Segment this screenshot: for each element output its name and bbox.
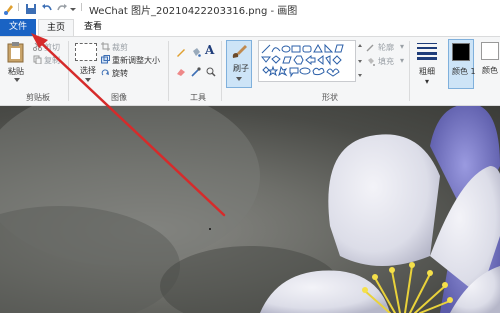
ribbon: 粘贴 剪切 复制 剪贴板 选择 裁剪 重新调整大小 旋转 图像 A 工具 刷子 (0, 36, 500, 106)
clipboard-group-label: 剪贴板 (26, 93, 50, 102)
window-title: WeChat 图片_20210422203316.png - 画图 (89, 6, 298, 17)
color-picker-icon[interactable] (191, 67, 201, 77)
ribbon-tabs: 文件 主页 查看 (0, 19, 500, 37)
tab-home[interactable]: 主页 (38, 19, 74, 37)
brushes-button[interactable]: 刷子 (226, 40, 252, 88)
size-dropdown-icon[interactable]: ▾ (425, 77, 429, 86)
color1-swatch (452, 43, 470, 61)
redo-icon[interactable] (55, 2, 69, 16)
eraser-icon[interactable] (176, 67, 186, 77)
group-divider (221, 41, 222, 101)
outline-button[interactable]: 轮廓 (378, 42, 394, 53)
group-divider (409, 41, 410, 101)
title-divider: | (80, 2, 83, 11)
paste-icon[interactable] (6, 41, 26, 63)
copy-icon[interactable] (33, 55, 42, 64)
title-bar: | | WeChat 图片_20210422203316.png - 画图 (0, 0, 500, 19)
brush-icon (232, 45, 247, 58)
brush-dropdown-icon (236, 77, 242, 81)
color2-swatch (481, 42, 499, 60)
crop-icon[interactable] (101, 42, 110, 51)
tab-view[interactable]: 查看 (76, 19, 110, 36)
flower-photo (0, 106, 500, 313)
undo-icon[interactable] (40, 2, 54, 16)
color1-button[interactable]: 颜色 1 (448, 39, 476, 89)
shapes-group-label: 形状 (322, 93, 338, 102)
rotate-icon[interactable] (101, 68, 110, 77)
fill-button[interactable]: 填充 (378, 56, 394, 67)
crop-button[interactable]: 裁剪 (112, 42, 128, 53)
copy-button[interactable]: 复制 (44, 55, 60, 66)
size-icon[interactable] (416, 42, 438, 60)
brush-label: 刷子 (233, 64, 249, 73)
group-divider (168, 41, 169, 101)
fill-icon[interactable] (366, 57, 375, 66)
tab-file[interactable]: 文件 (0, 19, 36, 36)
title-separator: | (17, 2, 20, 11)
pencil-icon[interactable] (176, 47, 186, 57)
group-divider (68, 41, 69, 101)
cut-button[interactable]: 剪切 (44, 42, 60, 53)
text-tool-icon[interactable]: A (205, 43, 214, 57)
fill-bucket-icon[interactable] (191, 47, 201, 57)
customize-quick-access-icon[interactable] (68, 2, 78, 16)
image-group-label: 图像 (111, 93, 127, 102)
tools-group-label: 工具 (190, 93, 206, 102)
drawing-canvas[interactable] (0, 106, 500, 313)
select-button[interactable]: 选择 (80, 65, 96, 76)
outline-icon[interactable] (366, 43, 375, 52)
color2-label: 颜色 2 (482, 66, 500, 75)
paint-app-icon (4, 5, 13, 15)
save-icon[interactable] (24, 2, 38, 16)
select-dropdown-icon[interactable] (84, 77, 92, 83)
resize-icon[interactable] (101, 55, 110, 64)
resize-button[interactable]: 重新调整大小 (112, 55, 160, 66)
fill-dropdown-icon[interactable]: ▾ (400, 56, 404, 65)
cut-icon[interactable] (33, 42, 42, 51)
rotate-button[interactable]: 旋转 (112, 68, 128, 79)
color2-button[interactable]: 颜色 2 (478, 39, 500, 89)
shapes-scroll-icon[interactable] (357, 41, 363, 81)
outline-dropdown-icon[interactable]: ▾ (400, 42, 404, 51)
select-icon[interactable] (75, 43, 97, 61)
paste-button[interactable]: 粘贴 (8, 66, 24, 77)
magnifier-icon[interactable] (206, 67, 216, 77)
size-button[interactable]: 粗细 (419, 66, 435, 77)
paste-dropdown-icon[interactable] (13, 77, 21, 83)
color1-label: 颜色 1 (452, 67, 476, 76)
shapes-gallery[interactable] (258, 40, 356, 82)
shapes-gallery-icons[interactable] (261, 43, 353, 79)
